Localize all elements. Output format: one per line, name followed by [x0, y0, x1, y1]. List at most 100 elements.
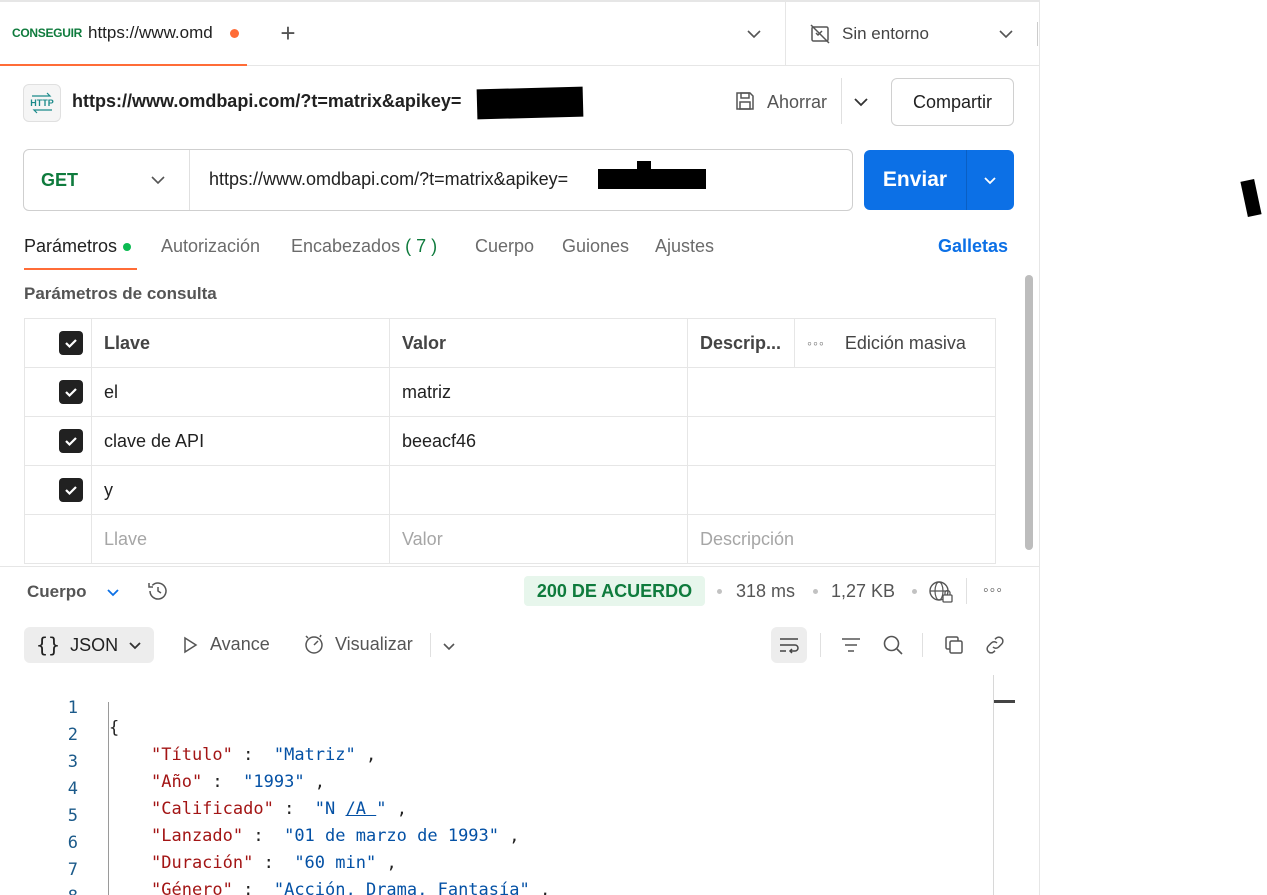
method-selector[interactable]: GET: [24, 150, 190, 210]
new-description-input[interactable]: Descripción: [687, 514, 996, 564]
url-input[interactable]: https://www.omdbapi.com/?t=matrix&apikey…: [209, 169, 568, 190]
param-key[interactable]: clave de API: [91, 416, 390, 466]
divider: [430, 633, 431, 657]
tab-headers-label: Encabezados: [291, 236, 401, 256]
format-label: JSON: [70, 634, 119, 655]
network-globe-lock-icon[interactable]: [928, 579, 954, 605]
select-all-checkbox[interactable]: [59, 331, 83, 355]
code-line: 5 "Lanzado" : "01 de marzo de 1993" ,: [0, 786, 990, 846]
more-options-icon[interactable]: ◦◦◦: [983, 582, 1003, 600]
response-divider[interactable]: [0, 566, 1040, 567]
response-time[interactable]: 318 ms: [736, 581, 795, 602]
preview-button[interactable]: Avance: [180, 634, 270, 655]
row-checkbox-cell: [24, 465, 92, 515]
code-line: 6 "Duración" : "60 min" ,: [0, 813, 990, 873]
new-key-input[interactable]: Llave: [91, 514, 390, 564]
cookies-link[interactable]: Galletas: [938, 236, 1008, 257]
param-value[interactable]: beeacf46: [389, 416, 688, 466]
table-header-row: Llave Valor Descrip... ◦◦◦ Edición masiv…: [24, 318, 996, 368]
request-subtabs: Parámetros Autorización Encabezados ( 7 …: [0, 228, 1040, 270]
tab-settings[interactable]: Ajustes: [655, 236, 714, 257]
tab-headers[interactable]: Encabezados ( 7 ): [291, 236, 437, 257]
param-description[interactable]: [687, 367, 996, 417]
link-button[interactable]: [980, 630, 1010, 660]
tab-authorization[interactable]: Autorización: [161, 236, 260, 257]
param-key[interactable]: y: [91, 465, 390, 515]
postman-window: CONSEGUIR https://www.omd + Sin entorno …: [0, 0, 1040, 895]
response-chevron-down-icon[interactable]: [104, 583, 122, 601]
unsaved-dot-icon: [229, 28, 239, 38]
code-line: 7 "Género" : "Acción, Drama, Fantasía" ,: [0, 840, 990, 895]
send-button[interactable]: Enviar: [864, 150, 1014, 210]
param-key[interactable]: el: [91, 367, 390, 417]
description-column-header: Descrip...: [687, 318, 795, 368]
response-body-label[interactable]: Cuerpo: [27, 582, 87, 602]
filter-button[interactable]: [836, 630, 866, 660]
send-chevron-down-icon[interactable]: [967, 170, 1013, 190]
bulk-edit-label: Edición masiva: [844, 332, 966, 353]
param-description[interactable]: [687, 416, 996, 466]
tab-scripts[interactable]: Guiones: [562, 236, 629, 257]
visualize-label: Visualizar: [335, 633, 413, 654]
play-icon: [184, 636, 198, 653]
request-title-row: HTTP https://www.omdbapi.com/?t=matrix&a…: [0, 66, 1040, 138]
tab-method: CONSEGUIR: [12, 26, 82, 40]
new-value-input[interactable]: Valor: [389, 514, 688, 564]
wrap-lines-icon: [780, 638, 799, 654]
json-braces-icon: {}: [36, 633, 61, 657]
code-line: 1 {: [0, 678, 990, 738]
copy-button[interactable]: [939, 630, 969, 660]
share-button[interactable]: Compartir: [891, 78, 1014, 126]
param-description[interactable]: [687, 465, 996, 515]
request-name[interactable]: https://www.omdbapi.com/?t=matrix&apikey…: [72, 91, 461, 112]
link-icon: [986, 636, 1004, 654]
key-column-header: Llave: [91, 318, 390, 368]
send-label: Enviar: [882, 168, 948, 191]
redaction-mark: [476, 86, 584, 120]
empty-checkbox-cell: [24, 514, 92, 564]
row-checkbox[interactable]: [59, 478, 83, 502]
headers-count: ( 7 ): [405, 236, 438, 256]
tab-params[interactable]: Parámetros: [24, 236, 132, 257]
request-tab[interactable]: CONSEGUIR https://www.omd: [0, 2, 247, 66]
history-icon[interactable]: [146, 579, 170, 603]
visualize-chevron-down-icon[interactable]: [440, 637, 458, 655]
select-all-cell: [24, 318, 92, 368]
param-value[interactable]: [389, 465, 688, 515]
visualize-icon: [305, 634, 323, 654]
save-button[interactable]: Ahorrar: [767, 92, 827, 113]
response-size[interactable]: 1,27 KB: [831, 581, 895, 602]
params-scrollbar[interactable]: [1025, 275, 1033, 550]
environment-selector[interactable]: Sin entorno: [785, 2, 1040, 66]
code-line: 3 "Año" : "1993" ,: [0, 732, 990, 792]
tabs-chevron-down-icon[interactable]: [744, 24, 764, 44]
table-row: y: [24, 465, 996, 515]
save-icon[interactable]: [734, 90, 756, 112]
status-badge[interactable]: 200 DE ACUERDO: [524, 576, 705, 606]
response-body-code[interactable]: 1 { 2 "Título" : "Matriz" , 3 "Año" : "1…: [0, 678, 990, 895]
code-scrollbar-track[interactable]: [993, 675, 994, 895]
code-scrollbar-thumb[interactable]: [994, 700, 1015, 703]
row-checkbox[interactable]: [59, 429, 83, 453]
visualize-button[interactable]: Visualizar: [302, 632, 413, 656]
bulk-edit-button[interactable]: ◦◦◦ Edición masiva: [807, 333, 995, 354]
row-checkbox[interactable]: [59, 380, 83, 404]
save-chevron-down-icon[interactable]: [851, 92, 871, 112]
code-line: 2 "Título" : "Matriz" ,: [0, 705, 990, 765]
new-tab-plus-icon[interactable]: +: [276, 20, 300, 46]
separator-dot: [813, 589, 818, 594]
no-environment-icon: [810, 24, 830, 44]
redaction-mark: [598, 169, 706, 189]
active-tab-underline: [24, 268, 137, 270]
tab-body[interactable]: Cuerpo: [475, 236, 534, 257]
environment-chevron-down-icon: [999, 30, 1013, 39]
format-selector[interactable]: {} JSON: [24, 627, 154, 663]
param-value[interactable]: matriz: [389, 367, 688, 417]
environment-label: Sin entorno: [842, 24, 929, 43]
wrap-lines-button[interactable]: [771, 627, 807, 663]
row-checkbox-cell: [24, 367, 92, 417]
search-button[interactable]: [878, 630, 908, 660]
more-options-icon[interactable]: ◦◦◦: [807, 335, 825, 351]
filter-icon: [842, 638, 860, 652]
query-params-table: Llave Valor Descrip... ◦◦◦ Edición masiv…: [24, 318, 996, 564]
